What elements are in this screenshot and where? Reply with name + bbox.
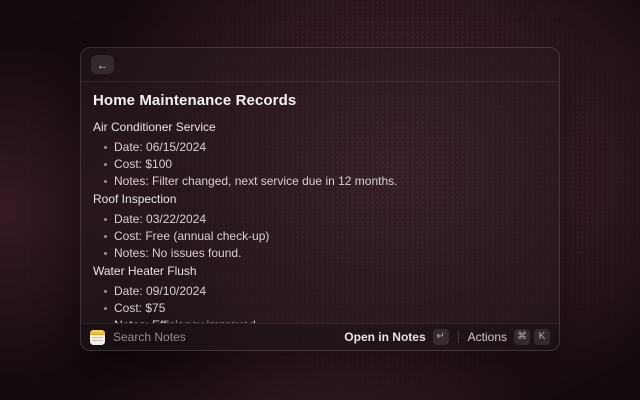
list-item-text: Notes: No issues found. (114, 246, 241, 261)
list-item: Date: 06/15/2024 (104, 140, 547, 155)
bullet-dot (104, 180, 107, 183)
list-item: Cost: $100 (104, 157, 547, 172)
footer-bar: Search Notes Open in Notes ↵ Actions ⌘ K (81, 323, 559, 350)
bullet-dot (104, 307, 107, 310)
notes-icon-line (92, 337, 103, 338)
section-heading: Roof Inspection (93, 192, 547, 207)
page-title: Home Maintenance Records (93, 92, 547, 110)
notes-window: ← Home Maintenance Records Air Condition… (80, 47, 560, 351)
footer-divider (458, 331, 459, 343)
k-keycap: K (534, 329, 550, 345)
search-notes-label: Search Notes (113, 330, 186, 344)
list-item-text: Date: 06/15/2024 (114, 140, 206, 155)
bullet-list: Date: 09/10/2024 Cost: $75 Notes: Effici… (93, 284, 547, 323)
open-in-notes-button[interactable]: Open in Notes ↵ (344, 329, 448, 345)
bullet-list: Date: 03/22/2024 Cost: Free (annual chec… (93, 212, 547, 261)
list-item: Cost: Free (annual check-up) (104, 229, 547, 244)
notes-app-icon (90, 330, 105, 345)
list-item-text: Cost: $75 (114, 301, 165, 316)
list-item-text: Date: 09/10/2024 (114, 284, 206, 299)
list-item: Cost: $75 (104, 301, 547, 316)
list-item: Date: 03/22/2024 (104, 212, 547, 227)
footer-actions: Open in Notes ↵ Actions ⌘ K (344, 329, 550, 345)
command-keycap: ⌘ (514, 329, 530, 345)
window-header: ← (81, 48, 559, 82)
open-in-notes-label: Open in Notes (344, 330, 425, 344)
notes-icon-line (92, 340, 103, 341)
bullet-dot (104, 146, 107, 149)
bullet-dot (104, 290, 107, 293)
list-item: Notes: Filter changed, next service due … (104, 174, 547, 189)
list-item-text: Cost: Free (annual check-up) (114, 229, 269, 244)
bullet-dot (104, 163, 107, 166)
list-item-text: Cost: $100 (114, 157, 172, 172)
actions-button[interactable]: Actions ⌘ K (468, 329, 550, 345)
bullet-dot (104, 235, 107, 238)
back-arrow-icon: ← (97, 59, 109, 71)
bullet-dot (104, 218, 107, 221)
note-section: Air Conditioner Service Date: 06/15/2024… (93, 120, 547, 189)
bullet-list: Date: 06/15/2024 Cost: $100 Notes: Filte… (93, 140, 547, 189)
list-item: Notes: No issues found. (104, 246, 547, 261)
actions-label: Actions (468, 330, 507, 344)
note-section: Roof Inspection Date: 03/22/2024 Cost: F… (93, 192, 547, 261)
list-item-text: Date: 03/22/2024 (114, 212, 206, 227)
section-heading: Water Heater Flush (93, 264, 547, 279)
note-section: Water Heater Flush Date: 09/10/2024 Cost… (93, 264, 547, 323)
actions-keycaps: ⌘ K (514, 329, 550, 345)
back-button[interactable]: ← (91, 55, 114, 74)
notes-icon-top (90, 330, 105, 335)
search-notes-area: Search Notes (90, 330, 186, 345)
list-item: Date: 09/10/2024 (104, 284, 547, 299)
section-heading: Air Conditioner Service (93, 120, 547, 135)
bullet-dot (104, 252, 107, 255)
return-keycap: ↵ (433, 329, 449, 345)
list-item-text: Notes: Filter changed, next service due … (114, 174, 397, 189)
note-content: Home Maintenance Records Air Conditioner… (81, 82, 559, 323)
